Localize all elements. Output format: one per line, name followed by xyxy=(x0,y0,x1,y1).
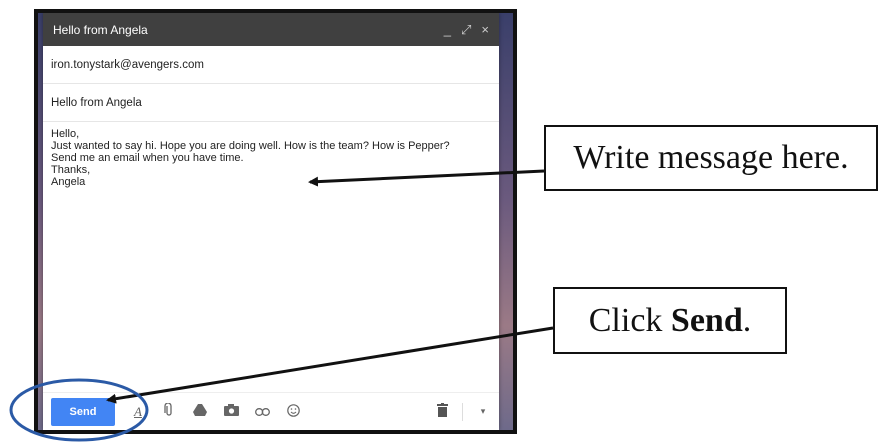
send-highlight-circle xyxy=(9,378,149,442)
annotation-layer xyxy=(9,169,554,442)
arrow-to-send xyxy=(106,326,554,404)
arrow-to-message xyxy=(308,169,545,187)
